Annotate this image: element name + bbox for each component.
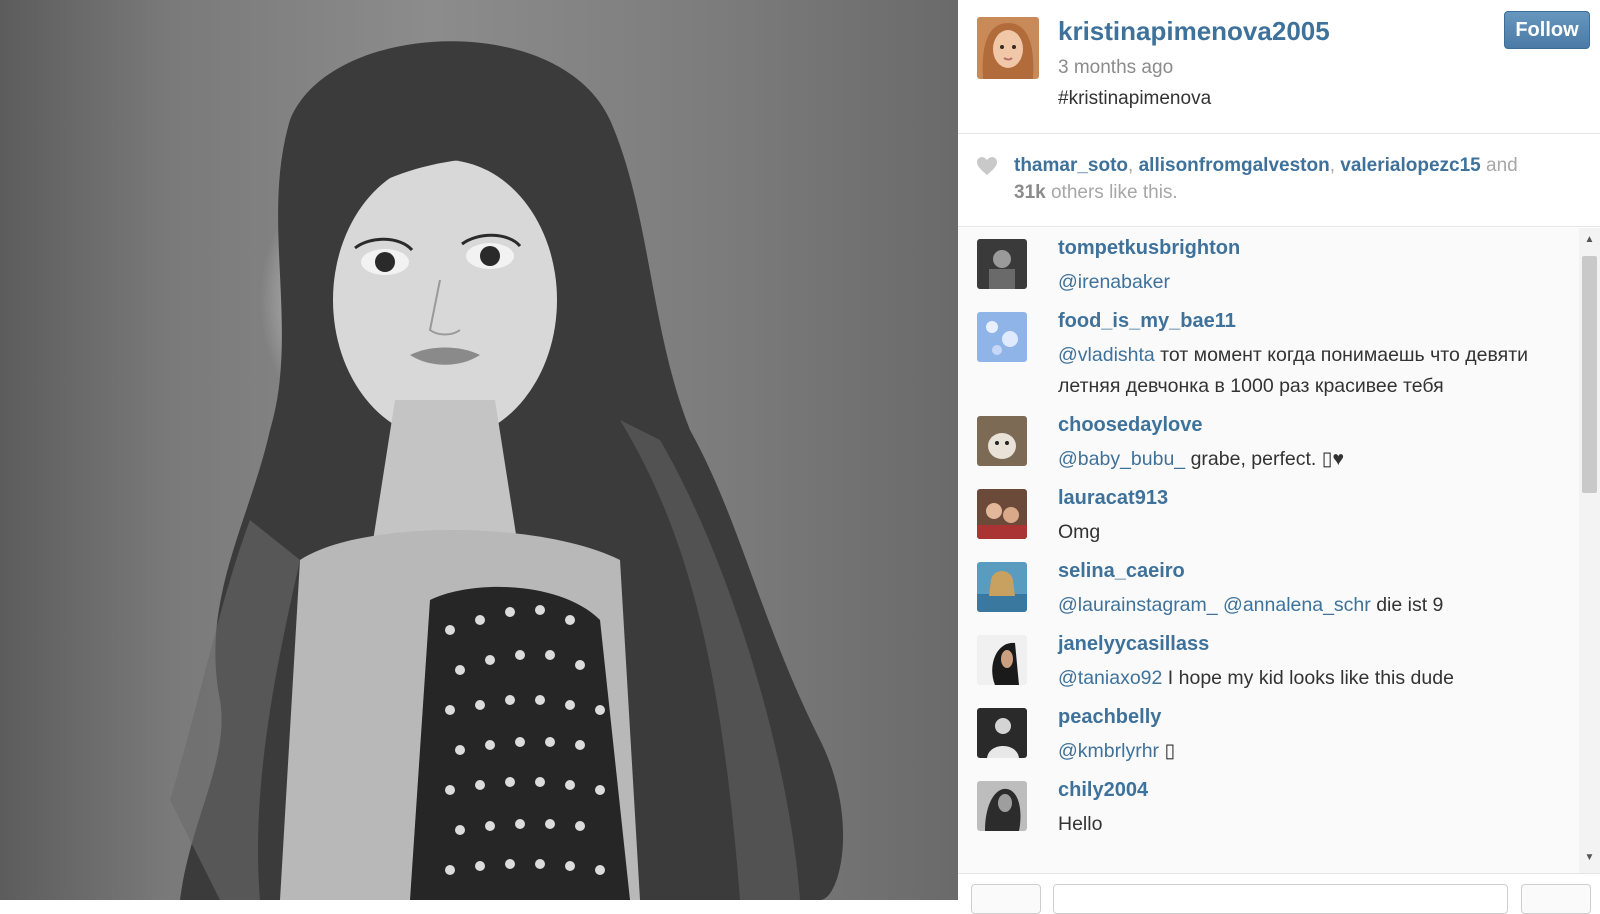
heart-icon[interactable]: [976, 156, 998, 176]
comment-text: @kmbrlyrhr ▯: [1058, 736, 1578, 767]
comment-body: ▯: [1159, 740, 1176, 762]
comment-username[interactable]: food_is_my_bae11: [1058, 310, 1236, 333]
liker-link[interactable]: thamar_soto: [1014, 155, 1128, 176]
scroll-up-arrow-icon[interactable]: ▲: [1579, 230, 1600, 250]
comment-mention[interactable]: @laurainstagram_: [1058, 594, 1218, 616]
comment-body: Omg: [1058, 521, 1101, 543]
commenter-avatar[interactable]: [977, 489, 1027, 539]
comment-body: grabe, perfect. ▯♥: [1185, 448, 1345, 470]
comment-text: Hello: [1058, 809, 1578, 840]
comment-text: @baby_bubu_ grabe, perfect. ▯♥: [1058, 444, 1578, 475]
likes-suffix: others like this.: [1045, 182, 1178, 203]
liker-link[interactable]: valerialopezc15: [1340, 155, 1480, 176]
comment-text: @irenabaker: [1058, 267, 1578, 298]
likes-count[interactable]: 31k: [1014, 182, 1046, 203]
likes-section: thamar_soto, allisonfromgalveston, valer…: [958, 134, 1600, 227]
owner-avatar[interactable]: [977, 17, 1039, 79]
commenter-avatar[interactable]: [977, 416, 1027, 466]
post-timestamp: 3 months ago: [1058, 57, 1174, 78]
comment-username[interactable]: peachbelly: [1058, 706, 1161, 729]
likes-text: thamar_soto, allisonfromgalveston, valer…: [1014, 152, 1584, 206]
commenter-avatar[interactable]: [977, 708, 1027, 758]
comments-list: tompetkusbrighton @irenabaker food_is_my…: [958, 228, 1600, 873]
more-options-button[interactable]: [1521, 884, 1591, 914]
post-photo: [0, 0, 958, 900]
comment-body: I hope my kid looks like this dude: [1162, 667, 1454, 689]
comment-body: Hello: [1058, 813, 1103, 835]
comment-username[interactable]: lauracat913: [1058, 487, 1168, 510]
comment-username[interactable]: choosedaylove: [1058, 414, 1203, 437]
scroll-down-arrow-icon[interactable]: ▼: [1579, 848, 1600, 868]
comment-text: @taniaxo92 I hope my kid looks like this…: [1058, 663, 1578, 694]
like-button[interactable]: [971, 884, 1041, 914]
commenter-avatar[interactable]: [977, 562, 1027, 612]
commenter-avatar[interactable]: [977, 239, 1027, 289]
comment-action-bar: [958, 873, 1600, 914]
comment-text: @laurainstagram_ @annalena_schr die ist …: [1058, 590, 1578, 621]
comment-body: die ist 9: [1370, 594, 1444, 616]
likes-and: and: [1480, 155, 1518, 176]
comment-text: Omg: [1058, 517, 1578, 548]
comment-text: @vladishta тот момент когда понимаешь чт…: [1058, 340, 1578, 402]
comment-username[interactable]: janelyycasillass: [1058, 633, 1209, 656]
follow-button[interactable]: Follow: [1504, 11, 1590, 49]
commenter-avatar[interactable]: [977, 635, 1027, 685]
likes-separator: ,: [1128, 155, 1139, 176]
comment-username[interactable]: chily2004: [1058, 779, 1148, 802]
owner-username[interactable]: kristinapimenova2005: [1058, 16, 1330, 47]
commenter-avatar[interactable]: [977, 781, 1027, 831]
comment-mention[interactable]: @annalena_schr: [1223, 594, 1371, 616]
comment-mention[interactable]: @taniaxo92: [1058, 667, 1162, 689]
comment-username[interactable]: selina_caeiro: [1058, 560, 1185, 583]
comment-mention[interactable]: @baby_bubu_: [1058, 448, 1185, 470]
liker-link[interactable]: allisonfromgalveston: [1139, 155, 1330, 176]
comment-mention[interactable]: @irenabaker: [1058, 271, 1170, 293]
comments-scrollbar[interactable]: ▲ ▼: [1579, 228, 1600, 873]
comment-mention[interactable]: @vladishta: [1058, 344, 1155, 366]
post-sidebar: kristinapimenova2005 3 months ago #krist…: [958, 0, 1600, 914]
post-caption[interactable]: #kristinapimenova: [1058, 88, 1211, 110]
post-header: kristinapimenova2005 3 months ago #krist…: [958, 0, 1600, 134]
comment-input[interactable]: [1053, 884, 1508, 914]
commenter-avatar[interactable]: [977, 312, 1027, 362]
scrollbar-thumb[interactable]: [1582, 256, 1597, 493]
comment-username[interactable]: tompetkusbrighton: [1058, 237, 1240, 260]
likes-separator: ,: [1329, 155, 1341, 176]
comment-mention[interactable]: @kmbrlyrhr: [1058, 740, 1159, 762]
